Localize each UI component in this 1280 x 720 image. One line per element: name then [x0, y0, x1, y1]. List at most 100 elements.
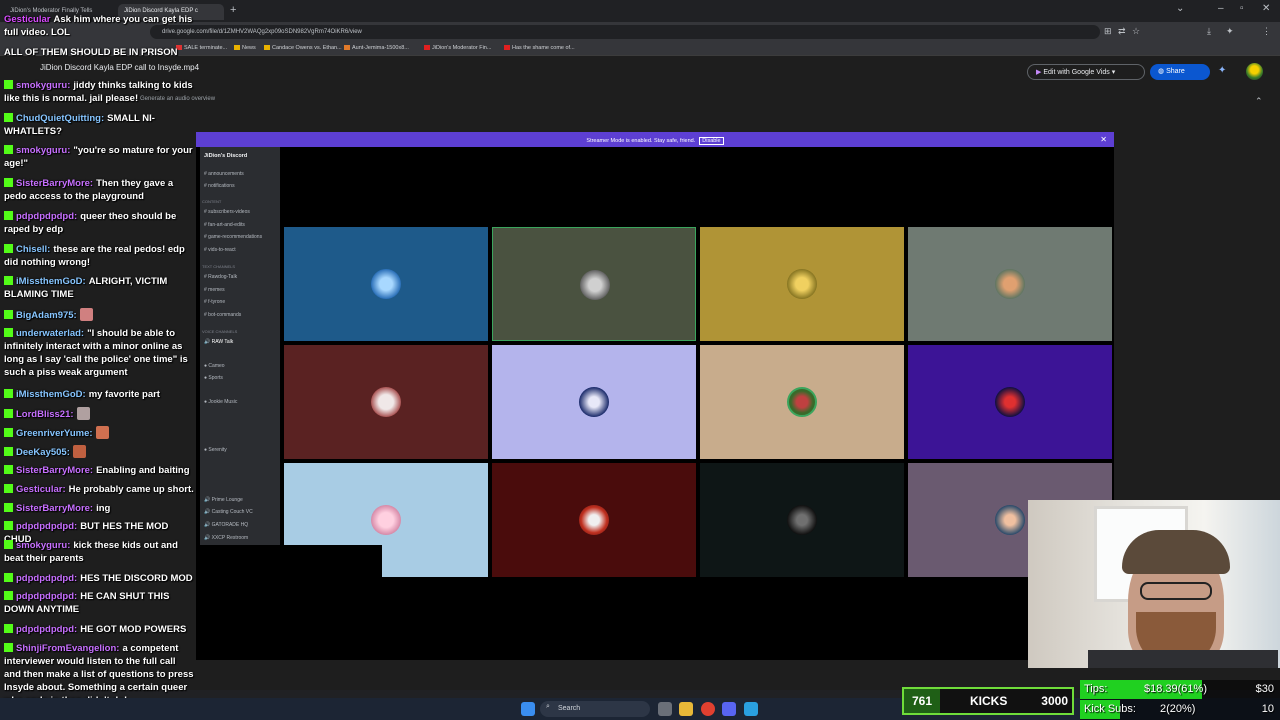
channel-item[interactable]: # announcements [204, 171, 244, 177]
start-icon[interactable] [521, 702, 535, 716]
chat-message: ChudQuietQuitting: SMALL NI-WHATLETS? [4, 113, 155, 137]
server-name: JiDion's Discord [204, 153, 248, 159]
kick-badge-icon [4, 389, 13, 398]
tab-search-icon[interactable]: ⌄ [1176, 3, 1184, 14]
participant-avatar [787, 505, 817, 535]
file-explorer-icon[interactable] [679, 702, 693, 716]
new-tab-button[interactable]: + [230, 4, 236, 16]
participant-avatar [371, 387, 401, 417]
maximize-icon[interactable]: ▫ [1240, 3, 1244, 14]
voice-user-item[interactable]: ● Jookie Music [204, 399, 237, 405]
streamer-mode-banner: Streamer Mode is enabled. Stay safe, fri… [196, 132, 1114, 147]
participant-avatar [787, 387, 817, 417]
kicks-label: KICKS [970, 694, 1008, 708]
participant-tile[interactable] [492, 227, 696, 341]
kick-badge-icon [4, 428, 13, 437]
category-label: text channels [202, 264, 236, 269]
task-view-icon[interactable] [658, 702, 672, 716]
participant-tile[interactable] [700, 463, 904, 577]
share-button[interactable]: ◍ Share [1150, 64, 1210, 80]
chrome-icon[interactable] [701, 702, 715, 716]
kicks-current: 761 [904, 689, 940, 713]
download-icon[interactable]: ⤓ [1207, 26, 1211, 37]
participant-tile[interactable] [492, 345, 696, 459]
account-avatar[interactable] [1246, 63, 1263, 80]
kick-badge-icon [4, 447, 13, 456]
bookmark-item[interactable]: Candace Owens vs. Ethan... [264, 45, 342, 51]
kick-badge-icon [4, 624, 13, 633]
discord-channel-sidebar: JiDion's Discord # announcements # notif… [200, 147, 280, 545]
channel-item[interactable]: # bot-commands [204, 312, 241, 318]
bookmark-star-icon[interactable]: ☆ [1132, 26, 1140, 37]
streamer-shirt [1088, 650, 1278, 668]
kick-badge-icon [4, 540, 13, 549]
channel-item[interactable]: # f-tyrone [204, 299, 225, 305]
app-icon[interactable] [744, 702, 758, 716]
bookmark-item[interactable]: JiDion's Moderator Fin... [424, 45, 491, 51]
voice-user-item[interactable]: ● Sports [204, 375, 223, 381]
disable-streamer-button[interactable]: Disable [699, 137, 724, 145]
subs-label: Kick Subs: [1084, 703, 1136, 715]
kick-badge-icon [4, 178, 13, 187]
channel-item[interactable]: # subscribers-videos [204, 209, 250, 215]
channel-item[interactable]: # vids-to-react [204, 247, 236, 253]
search-icon: ⌕ [546, 703, 550, 710]
stream-chat-overlay: Gesticular Ask him where you can get his … [0, 0, 196, 720]
voice-channel-item[interactable]: 🔊 RAW Talk [204, 339, 233, 345]
menu-icon[interactable]: ⋮ [1262, 26, 1271, 37]
chat-emote [72, 445, 86, 458]
voice-user-item[interactable]: ● Cameo [204, 363, 225, 369]
kick-badge-icon [4, 643, 13, 652]
tips-value: $18.39(61%) [1144, 683, 1207, 695]
close-banner-icon[interactable]: ✕ [1100, 135, 1107, 144]
chat-message: iMissthemGoD: my favorite part [4, 388, 194, 401]
participant-avatar [579, 505, 609, 535]
bookmark-item[interactable]: News [234, 45, 256, 51]
voice-channel-item[interactable]: 🔊 XXCP Restroom [204, 535, 248, 541]
install-app-icon[interactable]: ⊞ [1104, 26, 1112, 37]
chat-message: SisterBarryMore: Then they gave a pedo ac… [4, 178, 174, 202]
participant-tile[interactable] [908, 345, 1112, 459]
voice-channel-item[interactable]: 🔊 Prime Lounge [204, 497, 243, 503]
bookmark-item[interactable]: Has the shame come of... [504, 45, 575, 51]
chat-message: pdpdpdpdpd: queer theo should be raped by… [4, 211, 177, 235]
subs-goal: 10 [1261, 703, 1274, 715]
channel-item[interactable]: # game-recommendations [204, 234, 262, 240]
minimize-icon[interactable]: – [1218, 3, 1224, 14]
gemini-icon[interactable]: ✦ [1218, 65, 1226, 76]
kick-badge-icon [4, 145, 13, 154]
channel-item[interactable]: # notifications [204, 183, 235, 189]
chat-message: pdpdpdpdpd: HE GOT MOD POWERS [4, 623, 194, 636]
collapse-chevron-icon[interactable]: ⌃ [1255, 96, 1263, 107]
voice-channel-item[interactable]: 🔊 Casting Couch VC [204, 509, 253, 515]
channel-item[interactable]: # fan-art-and-edits [204, 222, 245, 228]
close-window-icon[interactable]: ✕ [1262, 3, 1270, 14]
discord-video-frame[interactable]: Streamer Mode is enabled. Stay safe, fri… [196, 132, 1114, 660]
participant-tile[interactable] [284, 345, 488, 459]
edit-with-vids-button[interactable]: ▶ Edit with Google Vids ▾ [1027, 64, 1145, 80]
discord-icon[interactable] [722, 702, 736, 716]
webcam-overlay [1028, 500, 1280, 668]
participant-tile[interactable] [492, 463, 696, 577]
chat-message: pdpdpdpdpd: HES THE DISCORD MOD [4, 572, 194, 585]
voice-user-item[interactable]: ● Serenity [204, 447, 227, 453]
participant-tile[interactable] [284, 227, 488, 341]
kick-badge-icon [4, 80, 13, 89]
taskbar-search[interactable]: ⌕ Search [540, 701, 650, 717]
kick-badge-icon [4, 573, 13, 582]
voice-channel-item[interactable]: 🔊 GATORADE HQ [204, 522, 248, 528]
translate-icon[interactable]: ⇄ [1118, 26, 1126, 37]
tips-goal: $30 [1255, 683, 1274, 695]
chat-message: Gesticular Ask him where you can get his … [4, 14, 193, 38]
chat-message: smokyguru: kick these kids out and beat t… [4, 540, 178, 564]
channel-item[interactable]: # Rawdog-Talk [204, 274, 237, 280]
bookmark-item[interactable]: Aunt-Jemima-1500x8... [344, 45, 409, 51]
kick-badge-icon [4, 484, 13, 493]
participant-tile[interactable] [908, 227, 1112, 341]
chat-message: pdpdpdpdpd: HE CAN SHUT THIS DOWN ANYTIME [4, 591, 170, 615]
url-input[interactable]: drive.google.com/file/d/1ZMHV2WAQg2xp09o… [150, 25, 1100, 39]
participant-tile[interactable] [700, 227, 904, 341]
channel-item[interactable]: # memes [204, 287, 225, 293]
participant-tile[interactable] [700, 345, 904, 459]
extensions-icon[interactable]: ✦ [1226, 26, 1234, 37]
